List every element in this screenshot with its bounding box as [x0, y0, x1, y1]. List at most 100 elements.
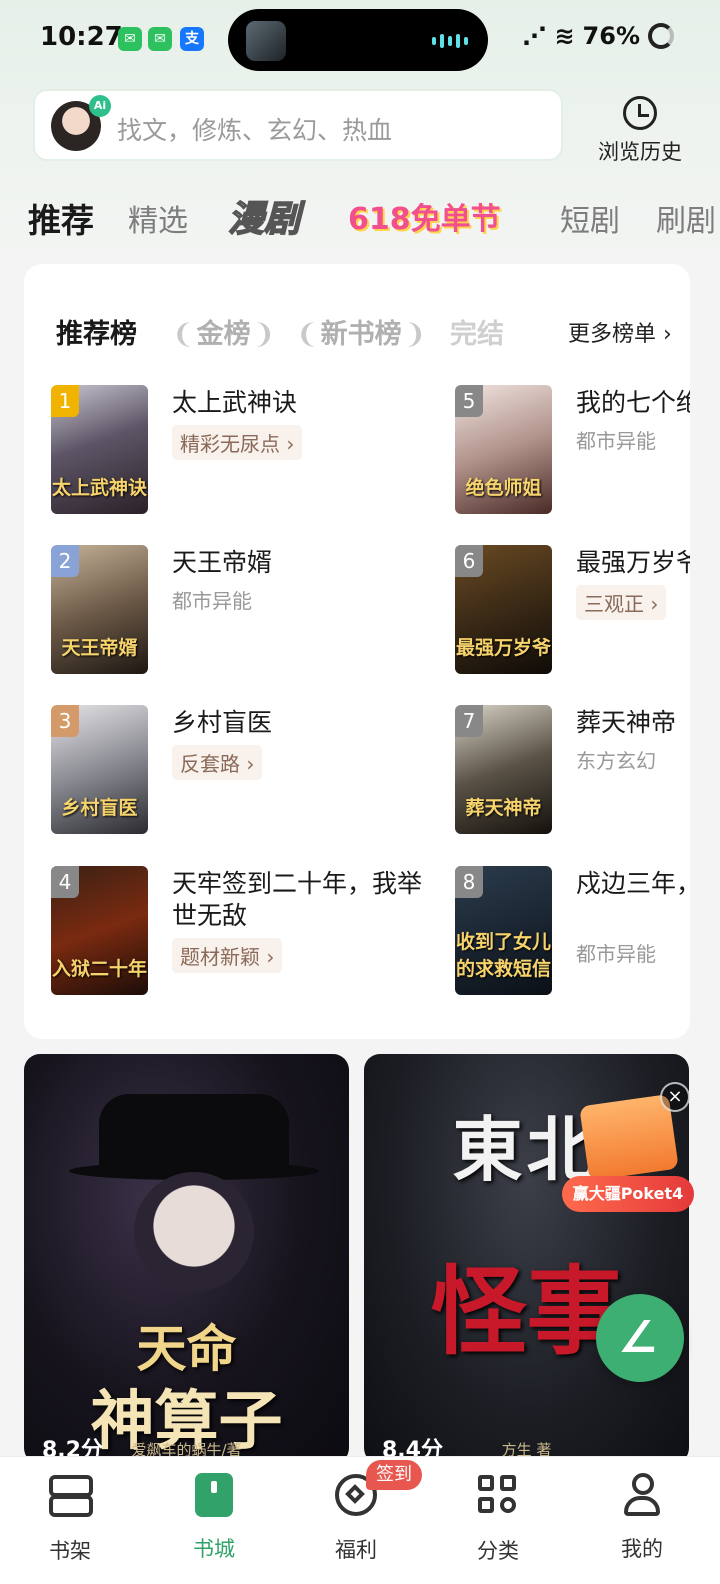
nav-me-label: 我的: [621, 1537, 663, 1561]
book-cover[interactable]: 天王帝婿 2: [51, 545, 148, 674]
bookshelf-icon: [49, 1475, 93, 1517]
ranking-tab-recommend[interactable]: 推荐榜: [56, 312, 137, 351]
book-title: 葬天神帝: [576, 708, 677, 737]
cover-title-art: 乡村盲医: [61, 797, 138, 819]
ranking-tab-new[interactable]: 新书榜: [294, 312, 428, 351]
cover-art-figure: [134, 1172, 254, 1292]
promo-badge: 赢大疆Poket4: [562, 1176, 694, 1212]
more-lists-label: 更多榜单: [568, 322, 657, 347]
book-title: 天牢签到二十年，我举世无敌: [172, 869, 422, 930]
rank-number-badge: 6: [455, 545, 483, 577]
bookstore-icon: [195, 1473, 233, 1517]
ranking-tabs: 推荐榜 金榜 新书榜 完结 更多榜单 ›: [56, 308, 672, 352]
channel-tabs: 推荐 精选 漫剧 618免单节 短剧 刷剧: [28, 190, 720, 250]
nav-bookstore-label: 书城: [193, 1537, 235, 1561]
book-title: 天王帝婿: [172, 548, 273, 577]
ranking-book-item[interactable]: 太上武神诀 1 太上武神诀 精彩无尿点: [51, 385, 431, 515]
book-cover[interactable]: 收到了女儿的求救短信 8: [455, 866, 552, 995]
rank-number-badge: 4: [51, 866, 79, 898]
tab-featured[interactable]: 精选: [128, 196, 188, 240]
signal-icon: ⋰: [522, 22, 547, 50]
tab-short-drama[interactable]: 短剧: [560, 196, 620, 240]
rank-number-badge: 3: [51, 705, 79, 737]
pen-icon: ∠: [618, 1312, 658, 1363]
ranking-book-item[interactable]: 收到了女儿的求救短信 8 戍边三年，收到了女儿的求救短信都市异能: [455, 866, 690, 996]
ranking-book-item[interactable]: 天王帝婿 2 天王帝婿 都市异能: [51, 545, 431, 675]
nav-bookshelf[interactable]: 书架: [10, 1471, 130, 1565]
promo-float[interactable]: 赢大疆Poket4 ×: [562, 1082, 697, 1222]
book-title: 乡村盲医: [172, 708, 273, 737]
wifi-icon: ≋: [554, 22, 575, 50]
write-button[interactable]: ∠: [596, 1294, 684, 1382]
dynamic-island[interactable]: [228, 9, 488, 71]
alipay-icon: 支: [180, 27, 204, 51]
cover-title-art: 太上武神诀: [51, 477, 147, 499]
ranking-tab-complete[interactable]: 完结: [450, 312, 504, 351]
nav-bookstore[interactable]: 书城: [154, 1471, 274, 1563]
rank-number-badge: 1: [51, 385, 79, 417]
category-icon: [478, 1475, 518, 1515]
clock: 10:27: [40, 22, 123, 52]
book-title: 我的七个绝色师姐: [576, 388, 690, 417]
book-genre: 都市异能: [576, 942, 656, 966]
book-cover[interactable]: 乡村盲医 3: [51, 705, 148, 834]
profile-icon: [623, 1473, 661, 1517]
book-genre: 都市异能: [172, 589, 252, 613]
cover-title-art: 葬天神帝: [465, 797, 542, 819]
wechat-icon: ✉: [118, 27, 142, 51]
book-cover[interactable]: 太上武神诀 1: [51, 385, 148, 514]
system-indicators: ⋰ ≋ 76%: [522, 22, 674, 50]
status-bar: 10:27 ✉ ✉ 支 ⋰ ≋ 76%: [0, 0, 720, 80]
cover-title-art: 入狱二十年: [51, 958, 147, 980]
search-bar[interactable]: Ai 找文，修炼、玄幻、热血: [33, 89, 563, 161]
book-highlight-chip[interactable]: 反套路: [172, 745, 263, 780]
rank-number-badge: 2: [51, 545, 79, 577]
book-cover[interactable]: 入狱二十年 4: [51, 866, 148, 995]
cover-title-art: 收到了女儿的求救短信: [455, 931, 551, 980]
nav-category[interactable]: 分类: [438, 1471, 558, 1565]
tab-comic-drama[interactable]: 漫剧: [227, 190, 301, 242]
ranking-book-item[interactable]: 最强万岁爷 6 最强万岁爷 三观正: [455, 545, 690, 675]
battery-level: 76%: [582, 22, 640, 50]
book-highlight-chip[interactable]: 题材新颖: [172, 938, 283, 973]
search-placeholder: 找文，修炼、玄幻、热血: [117, 116, 393, 145]
feature-book-card[interactable]: 天命 神算子 爱飙车的蜗牛/著 8.2分: [24, 1054, 349, 1464]
tab-binge-watch[interactable]: 刷剧: [656, 196, 716, 240]
close-icon[interactable]: ×: [660, 1082, 690, 1112]
ranking-card: 推荐榜 金榜 新书榜 完结 更多榜单 › 太上武神诀1太上武神诀精彩无尿点天王帝…: [24, 264, 690, 1039]
media-thumbnail: [246, 21, 286, 61]
browse-history-button[interactable]: 浏览历史: [590, 92, 690, 164]
nav-welfare-label: 福利: [335, 1538, 377, 1562]
tab-recommend[interactable]: 推荐: [28, 194, 94, 242]
browse-history-label: 浏览历史: [598, 140, 682, 164]
more-lists-link[interactable]: 更多榜单 ›: [538, 308, 672, 348]
battery-icon: [648, 23, 674, 49]
ranking-tab-gold[interactable]: 金榜: [170, 312, 277, 351]
rank-number-badge: 5: [455, 385, 483, 417]
wechat-icon-2: ✉: [148, 27, 172, 51]
book-highlight-chip[interactable]: 三观正: [576, 585, 667, 620]
book-cover[interactable]: 绝色师姐 5: [455, 385, 552, 514]
ai-badge: Ai: [89, 95, 111, 117]
cover-title-art: 最强万岁爷: [455, 637, 551, 659]
nav-category-label: 分类: [477, 1539, 519, 1563]
clock-icon: [623, 96, 657, 130]
ranking-book-item[interactable]: 乡村盲医 3 乡村盲医 反套路: [51, 705, 431, 835]
ranking-book-item[interactable]: 入狱二十年 4 天牢签到二十年，我举世无敌题材新颖: [51, 866, 431, 996]
cover-title-art: 天王帝婿: [61, 637, 138, 659]
nav-me[interactable]: 我的: [582, 1471, 702, 1563]
checkin-badge[interactable]: 签到: [366, 1460, 422, 1490]
cover-title-art: 绝色师姐: [465, 477, 542, 499]
ranking-book-item[interactable]: 绝色师姐 5 我的七个绝色师姐都市异能: [455, 385, 690, 515]
book-cover[interactable]: 葬天神帝 7: [455, 705, 552, 834]
book-cover[interactable]: 最强万岁爷 6: [455, 545, 552, 674]
nav-bookshelf-label: 书架: [49, 1539, 91, 1563]
cover-art-hat: [69, 1094, 319, 1180]
tab-618-promo[interactable]: 618免单节: [348, 194, 501, 238]
book-genre: 都市异能: [576, 429, 656, 453]
ranking-book-item[interactable]: 葬天神帝 7 葬天神帝 东方玄幻: [455, 705, 690, 835]
book-genre: 东方玄幻: [576, 749, 656, 773]
bottom-navigation: 书架 书城 福利 分类 我的: [0, 1456, 720, 1584]
rank-number-badge: 8: [455, 866, 483, 898]
book-highlight-chip[interactable]: 精彩无尿点: [172, 425, 303, 460]
